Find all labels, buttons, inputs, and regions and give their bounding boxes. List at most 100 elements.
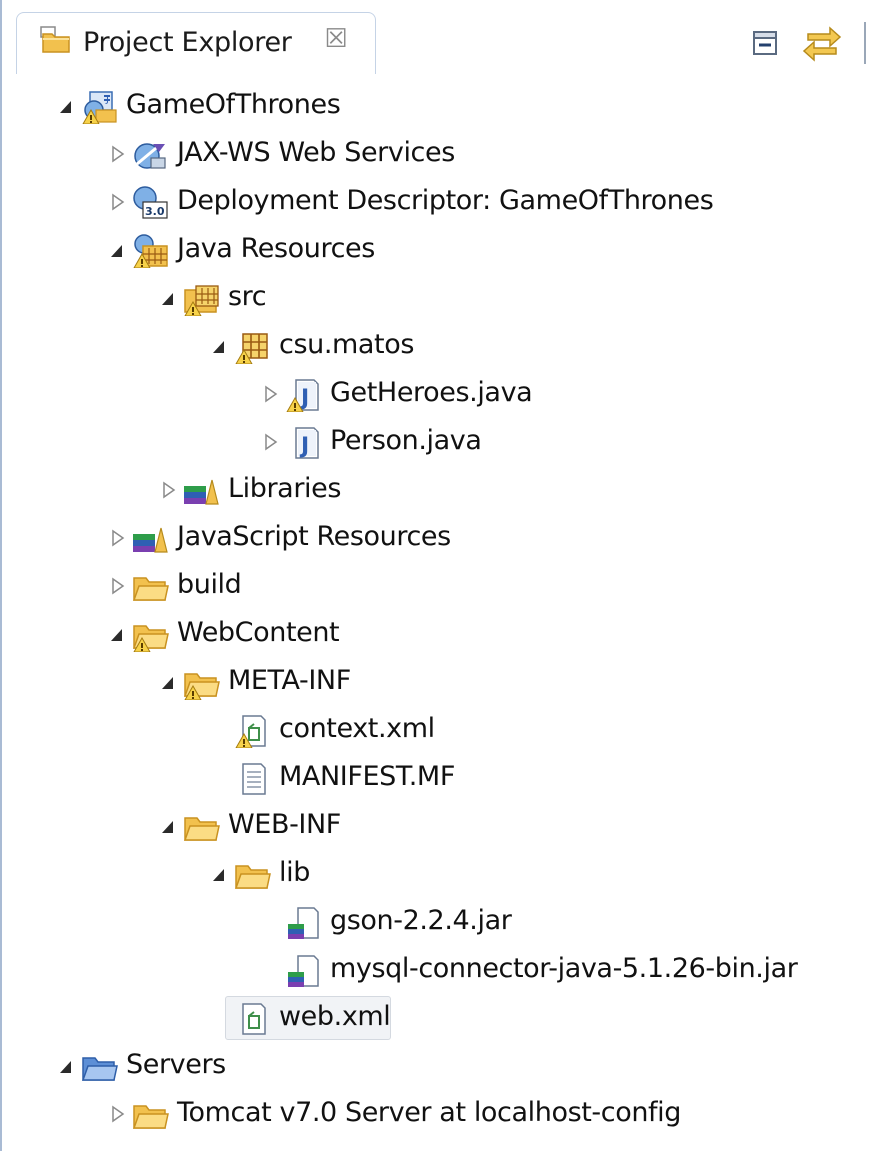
tree-item-java-resources[interactable]: Java Resources bbox=[107, 228, 807, 272]
tree-item-label: Tomcat v7.0 Server at localhost-config bbox=[177, 1097, 681, 1128]
folder-icon bbox=[183, 817, 220, 841]
jar-file-icon bbox=[288, 907, 319, 939]
jar-file-icon bbox=[288, 955, 319, 987]
tree-item-lib[interactable]: lib bbox=[209, 852, 873, 896]
expanded-arrow-icon[interactable] bbox=[56, 1044, 78, 1088]
folder-icon bbox=[183, 673, 220, 700]
expanded-arrow-icon[interactable] bbox=[107, 228, 129, 272]
folder-icon bbox=[132, 625, 169, 652]
project-explorer-tab[interactable]: Project Explorer ☒ bbox=[16, 12, 376, 74]
tree-item-label: gson-2.2.4.jar bbox=[330, 905, 512, 936]
project-explorer-panel: Project Explorer ☒ J GameOfThrones JAX-WS … bbox=[0, 0, 873, 1151]
tree-item-label: build bbox=[177, 569, 242, 600]
tree-item-label: web.xml bbox=[279, 1001, 391, 1032]
tree-item-deployment-descriptor-gameofthrones[interactable]: 3.0 Deployment Descriptor: GameOfThrones bbox=[107, 180, 807, 224]
tree-item-label: csu.matos bbox=[279, 329, 415, 360]
collapsed-arrow-icon[interactable] bbox=[107, 564, 129, 608]
tree-item-person-java[interactable]: J Person.java bbox=[260, 420, 873, 464]
text-file-icon bbox=[242, 763, 266, 795]
libraries-icon bbox=[184, 479, 219, 505]
tree-item-javascript-resources[interactable]: JavaScript Resources bbox=[107, 516, 807, 560]
tree-item-label: JavaScript Resources bbox=[177, 521, 451, 552]
expanded-arrow-icon[interactable] bbox=[56, 84, 78, 128]
collapsed-arrow-icon[interactable] bbox=[158, 468, 180, 512]
tree-item-context-xml[interactable]: context.xml bbox=[209, 708, 873, 752]
collapsed-arrow-icon[interactable] bbox=[107, 132, 129, 176]
project-explorer-icon bbox=[40, 26, 70, 53]
collapse-all-icon[interactable] bbox=[752, 30, 778, 56]
svg-text:3.0: 3.0 bbox=[145, 205, 165, 218]
tree-item-web-xml[interactable]: web.xml bbox=[209, 996, 873, 1040]
tree-item-label: GameOfThrones bbox=[126, 89, 341, 120]
tree-item-mysql-connector-java-5-1-26-bin-jar[interactable]: mysql-connector-java-5.1.26-bin.jar bbox=[260, 948, 873, 992]
tree-item-label: context.xml bbox=[279, 713, 435, 744]
web-project-icon: J bbox=[82, 91, 117, 124]
tree-item-label: mysql-connector-java-5.1.26-bin.jar bbox=[330, 953, 798, 984]
collapsed-arrow-icon[interactable] bbox=[107, 1092, 129, 1136]
folder-icon bbox=[132, 577, 169, 601]
tree-item-label: MANIFEST.MF bbox=[279, 761, 455, 792]
tree-item-manifest-mf[interactable]: MANIFEST.MF bbox=[209, 756, 873, 800]
close-tab-icon[interactable]: ☒ bbox=[322, 25, 350, 53]
link-with-editor-icon[interactable] bbox=[802, 24, 842, 62]
expanded-arrow-icon[interactable] bbox=[107, 612, 129, 656]
folder-icon bbox=[132, 1105, 169, 1129]
tree-item-label: JAX-WS Web Services bbox=[177, 137, 455, 168]
toolbar-separator bbox=[864, 22, 866, 64]
tree-item-label: WEB-INF bbox=[228, 809, 341, 840]
collapsed-arrow-icon[interactable] bbox=[260, 420, 282, 464]
tree-item-src[interactable]: src bbox=[158, 276, 858, 320]
tree-item-getheroes-java[interactable]: J GetHeroes.java bbox=[260, 372, 873, 416]
tree-item-label: Person.java bbox=[330, 425, 482, 456]
server-folder-icon bbox=[81, 1057, 118, 1081]
tree-item-meta-inf[interactable]: META-INF bbox=[158, 660, 858, 704]
deployment-descriptor-icon: 3.0 bbox=[133, 186, 168, 219]
tree-item-tomcat-v7-0-server-at-localhost-config[interactable]: Tomcat v7.0 Server at localhost-config bbox=[107, 1092, 807, 1136]
libraries-icon bbox=[133, 527, 168, 553]
webservices-icon bbox=[134, 142, 166, 169]
expanded-arrow-icon[interactable] bbox=[158, 804, 180, 848]
svg-text:J: J bbox=[105, 94, 109, 105]
tree-item-webcontent[interactable]: WebContent bbox=[107, 612, 807, 656]
xml-file-icon bbox=[242, 1003, 266, 1035]
expanded-arrow-icon[interactable] bbox=[209, 324, 231, 368]
tree-item-label: Servers bbox=[126, 1049, 226, 1080]
tree-item-label: WebContent bbox=[177, 617, 340, 648]
tree-item-servers[interactable]: Servers bbox=[56, 1044, 756, 1088]
collapsed-arrow-icon[interactable] bbox=[107, 180, 129, 224]
tree-item-jax-ws-web-services[interactable]: JAX-WS Web Services bbox=[107, 132, 807, 176]
tree-item-gson-2-2-4-jar[interactable]: gson-2.2.4.jar bbox=[260, 900, 873, 944]
collapsed-arrow-icon[interactable] bbox=[260, 372, 282, 416]
java-file-icon: J bbox=[295, 427, 319, 459]
expanded-arrow-icon[interactable] bbox=[158, 660, 180, 704]
source-folder-icon bbox=[184, 285, 219, 316]
tree-item-build[interactable]: build bbox=[107, 564, 807, 608]
view-tab-bar: Project Explorer ☒ bbox=[2, 0, 873, 74]
tree-item-label: lib bbox=[279, 857, 310, 888]
tree-item-csu-matos[interactable]: csu.matos bbox=[209, 324, 873, 368]
package-icon bbox=[235, 333, 268, 364]
svg-text:J: J bbox=[299, 434, 309, 459]
tree-item-web-inf[interactable]: WEB-INF bbox=[158, 804, 858, 848]
tab-title: Project Explorer bbox=[83, 27, 292, 58]
tree-item-label: GetHeroes.java bbox=[330, 377, 533, 408]
expanded-arrow-icon[interactable] bbox=[209, 852, 231, 896]
tree-item-label: Deployment Descriptor: GameOfThrones bbox=[177, 185, 714, 216]
tree-item-label: META-INF bbox=[228, 665, 351, 696]
folder-icon bbox=[234, 865, 271, 889]
tree-item-label: Java Resources bbox=[177, 233, 375, 264]
java-resources-icon bbox=[133, 234, 168, 268]
xml-file-icon bbox=[235, 715, 266, 748]
collapsed-arrow-icon[interactable] bbox=[107, 516, 129, 560]
expanded-arrow-icon[interactable] bbox=[158, 276, 180, 320]
tree-item-label: src bbox=[228, 281, 267, 312]
tree-item-libraries[interactable]: Libraries bbox=[158, 468, 858, 512]
tree-item-label: Libraries bbox=[228, 473, 342, 504]
java-file-icon: J bbox=[286, 379, 319, 412]
tree-item-gameofthrones[interactable]: J GameOfThrones bbox=[56, 84, 756, 128]
